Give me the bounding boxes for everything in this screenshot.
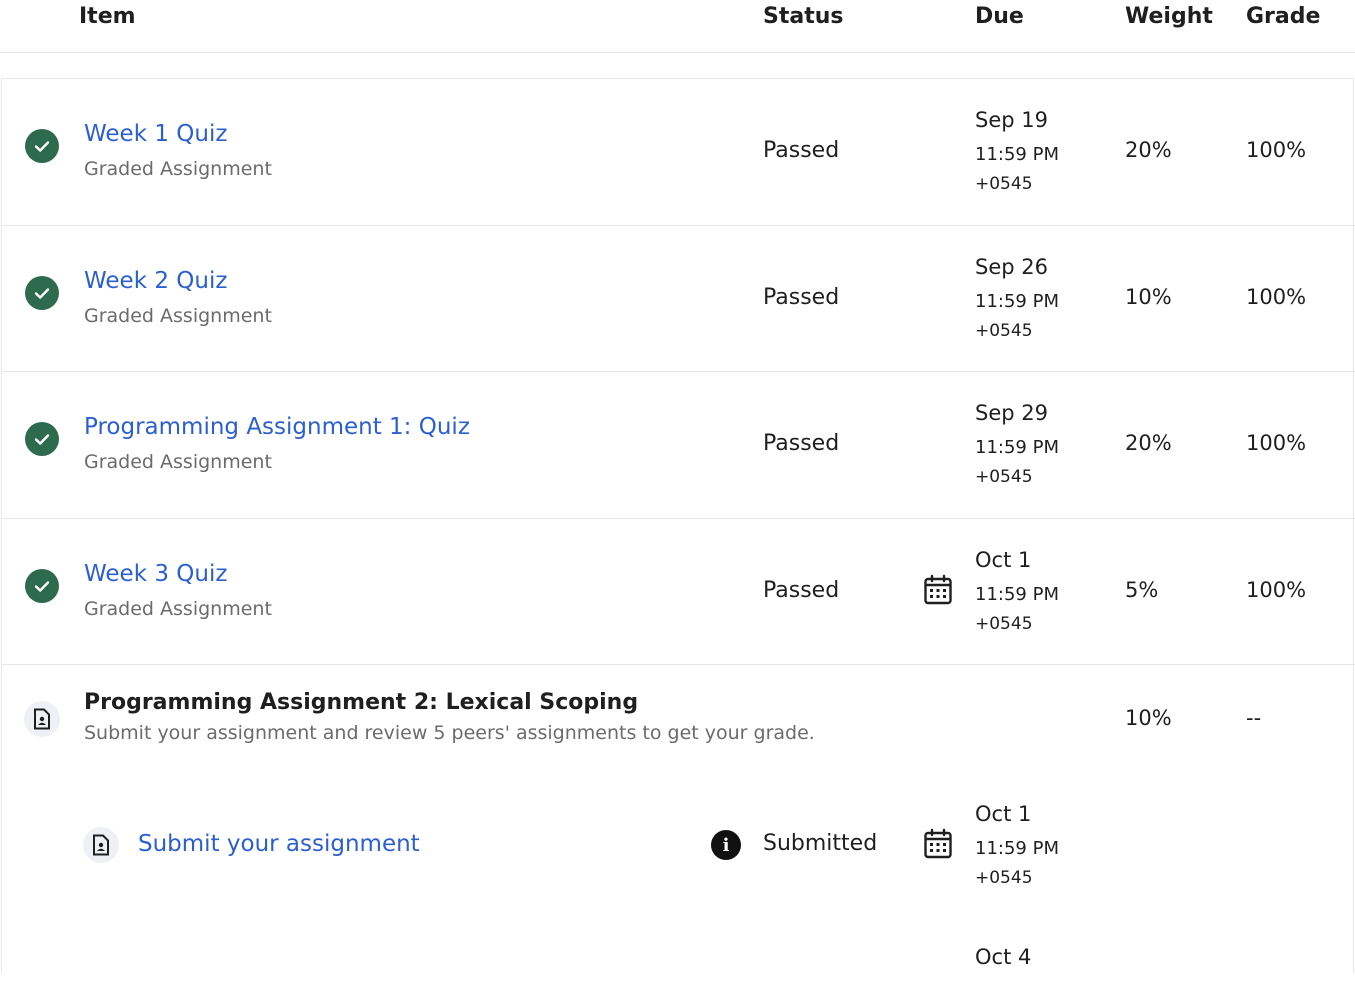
due-time: 11:59 PM — [975, 291, 1059, 312]
item-grade: 100% — [1246, 285, 1307, 309]
due-time: 11:59 PM — [975, 584, 1059, 605]
due-timezone: +0545 — [975, 614, 1033, 634]
table-row: Week 2 Quiz Graded Assignment Passed Sep… — [2, 226, 1355, 372]
item-status: Passed — [763, 138, 840, 163]
calendar-icon — [924, 574, 952, 605]
item-weight: 10% — [1125, 285, 1172, 309]
submit-assignment-link[interactable]: Submit your assignment — [138, 831, 420, 857]
item-status: Passed — [763, 578, 840, 603]
info-icon[interactable]: i — [711, 830, 741, 860]
item-grade: 100% — [1246, 578, 1307, 602]
due-date: Sep 29 — [975, 401, 1048, 425]
check-circle-icon — [25, 276, 59, 310]
due-date: Oct 1 — [975, 548, 1032, 572]
item-title-link[interactable]: Programming Assignment 1: Quiz — [84, 414, 470, 440]
item-status: Passed — [763, 431, 840, 456]
peer-assignment-group: Programming Assignment 2: Lexical Scopin… — [2, 665, 1355, 985]
calendar-icon — [924, 828, 952, 859]
due-date: Oct 4 — [975, 945, 1032, 969]
table-row: Programming Assignment 1: Quiz Graded As… — [2, 372, 1355, 519]
table-row: Week 1 Quiz Graded Assignment Passed Sep… — [2, 79, 1355, 226]
check-circle-icon — [25, 129, 59, 163]
due-time: 11:59 PM — [975, 838, 1059, 859]
item-type: Graded Assignment — [84, 598, 272, 620]
table-row: Week 3 Quiz Graded Assignment Passed Oct… — [2, 519, 1355, 665]
item-grade: 100% — [1246, 431, 1307, 455]
column-header-weight: Weight — [1125, 4, 1213, 29]
item-weight: 20% — [1125, 431, 1172, 455]
due-time: 11:59 PM — [975, 144, 1059, 165]
document-icon — [83, 827, 119, 863]
check-circle-icon — [25, 422, 59, 456]
item-type: Graded Assignment — [84, 451, 272, 473]
item-type: Graded Assignment — [84, 158, 272, 180]
item-weight: 20% — [1125, 138, 1172, 162]
item-title-link[interactable]: Week 3 Quiz — [84, 561, 227, 587]
column-header-status: Status — [763, 4, 844, 29]
due-date: Oct 1 — [975, 802, 1032, 826]
due-date: Sep 26 — [975, 255, 1048, 279]
item-grade: -- — [1246, 706, 1262, 730]
grades-table: Week 1 Quiz Graded Assignment Passed Sep… — [1, 78, 1355, 973]
item-weight: 5% — [1125, 578, 1159, 602]
due-timezone: +0545 — [975, 321, 1033, 341]
due-timezone: +0545 — [975, 467, 1033, 487]
due-timezone: +0545 — [975, 174, 1033, 194]
peer-assignment-title: Programming Assignment 2: Lexical Scopin… — [84, 690, 639, 715]
item-weight: 10% — [1125, 706, 1172, 730]
item-status: Submitted — [763, 831, 878, 856]
item-grade: 100% — [1246, 138, 1307, 162]
peer-assignment-description: Submit your assignment and review 5 peer… — [84, 722, 815, 744]
document-icon — [24, 701, 60, 737]
item-type: Graded Assignment — [84, 305, 272, 327]
grades-table-header: Item Status Due Weight Grade — [0, 0, 1355, 53]
column-header-grade: Grade — [1246, 4, 1321, 29]
due-timezone: +0545 — [975, 868, 1033, 888]
item-status: Passed — [763, 285, 840, 310]
item-title-link[interactable]: Week 1 Quiz — [84, 121, 227, 147]
due-time: 11:59 PM — [975, 437, 1059, 458]
column-header-due: Due — [975, 4, 1024, 29]
due-date: Sep 19 — [975, 108, 1048, 132]
column-header-item: Item — [79, 4, 136, 29]
item-title-link[interactable]: Week 2 Quiz — [84, 268, 227, 294]
check-circle-icon — [25, 569, 59, 603]
